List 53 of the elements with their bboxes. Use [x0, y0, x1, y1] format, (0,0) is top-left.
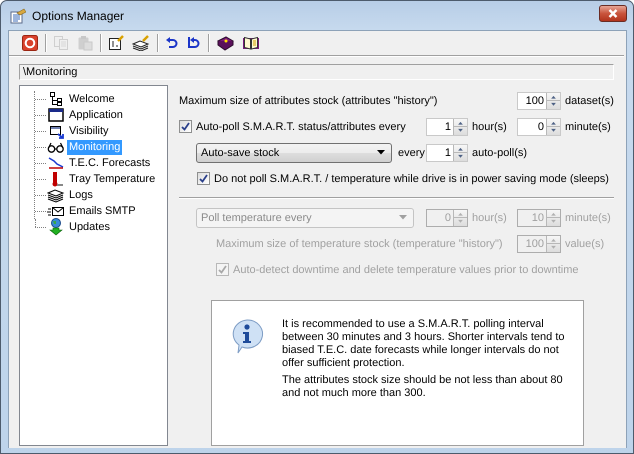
- papers-pencil-icon[interactable]: [132, 35, 150, 52]
- book-icon[interactable]: [216, 35, 234, 52]
- info-text: It is recommended to use a S.M.A.R.T. polling interval between 30 minutes and 3 hours. Shorter intervals tend to biased T.E.C. date forecasts while longer intervals do not offer sufficient protection.: [282, 318, 566, 370]
- tree-item[interactable]: Visibility: [67, 124, 111, 138]
- window-arrow-icon: [48, 123, 64, 139]
- setting-label: every: [398, 146, 425, 158]
- info-icon: [230, 318, 264, 354]
- checkbox-label: Do not poll S.M.A.R.T. / temperature while drive is in power saving mode (sleeps): [214, 172, 609, 184]
- dropdown[interactable]: Auto-save stock: [196, 142, 392, 162]
- caret-icon: [377, 150, 385, 155]
- spin-field[interactable]: 1: [426, 144, 468, 162]
- setting-label: Maximum size of attributes stock (attributes "history"): [179, 94, 438, 106]
- path-field: \Monitoring: [19, 64, 614, 80]
- down-arrow-button[interactable]: [454, 152, 467, 160]
- checkbox-label: Auto-poll S.M.A.R.T. status/attributes every: [196, 120, 406, 132]
- spin-field[interactable]: 0: [517, 118, 561, 136]
- close-icon: [608, 9, 618, 18]
- close-button[interactable]: [599, 5, 627, 22]
- unit-label: minute(s): [565, 120, 611, 132]
- checkbox-label: Auto-detect downtime and delete temperature values prior to downtime: [233, 264, 578, 276]
- globe-arrow-icon: [48, 218, 64, 236]
- info-text: The attributes stock size should be not less than about 80 and not much more than 300.: [282, 374, 564, 400]
- caret-icon: [399, 215, 407, 220]
- down-arrow-button[interactable]: [547, 100, 560, 108]
- open-book-icon[interactable]: [242, 35, 260, 52]
- unit-label: hour(s): [472, 212, 507, 224]
- chart-icon: [48, 155, 64, 171]
- tree-item[interactable]: Application: [67, 108, 125, 122]
- spin-field[interactable]: 100: [517, 92, 561, 110]
- power-icon[interactable]: [22, 35, 38, 52]
- tree-item[interactable]: Welcome: [67, 92, 117, 106]
- tree-item[interactable]: Tray Temperature: [67, 172, 158, 186]
- tree-item[interactable]: T.E.C. Forecasts: [67, 156, 152, 170]
- tree-item[interactable]: Logs: [67, 188, 95, 202]
- down-arrow-button[interactable]: [547, 126, 560, 134]
- papers-icon: [46, 187, 64, 203]
- app-icon: [10, 8, 26, 24]
- window-icon: [48, 107, 64, 123]
- checkbox[interactable]: [197, 172, 210, 185]
- tree-item[interactable]: Updates: [67, 220, 112, 234]
- tree-item[interactable]: Emails SMTP: [67, 204, 138, 218]
- unit-label: hour(s): [472, 120, 507, 132]
- unit-label: minute(s): [565, 212, 611, 224]
- unit-label: dataset(s): [565, 94, 614, 106]
- notepad-pencil-icon[interactable]: [108, 35, 124, 52]
- unit-label: auto-poll(s): [472, 146, 528, 158]
- window-title: Options Manager: [32, 8, 126, 22]
- spin-field[interactable]: 1: [426, 118, 468, 136]
- checkbox[interactable]: [179, 120, 192, 133]
- down-arrow-button[interactable]: [454, 126, 467, 134]
- setting-label: Maximum size of temperature stock (temperature "history"): [216, 238, 503, 250]
- hierarchy-icon: [48, 91, 64, 107]
- unit-label: value(s): [565, 238, 604, 250]
